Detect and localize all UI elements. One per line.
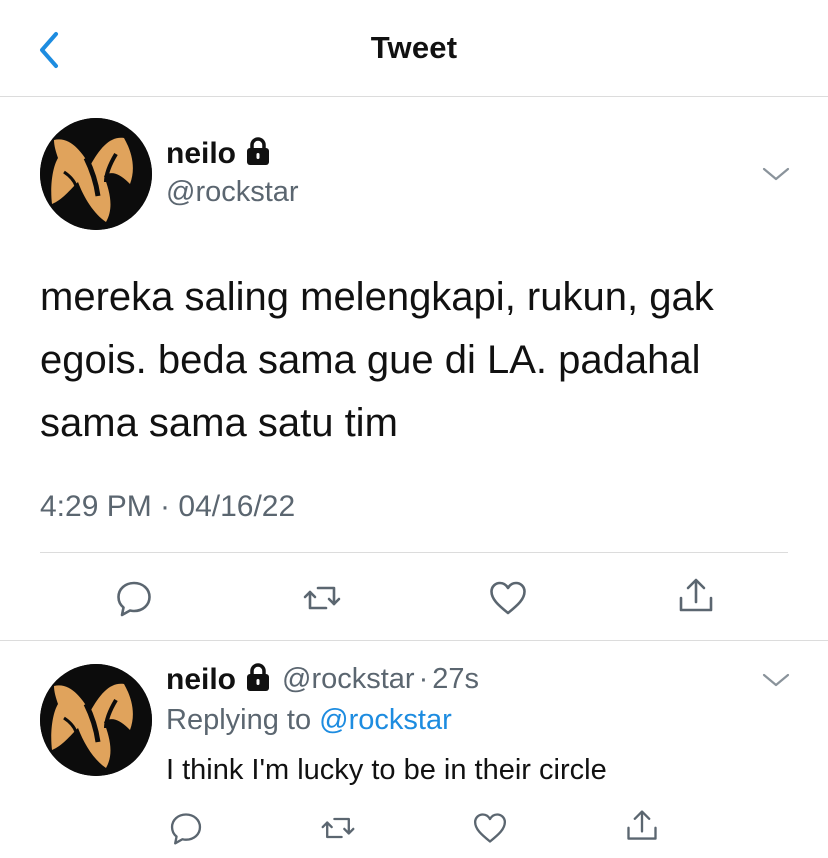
avatar[interactable] [40,118,152,230]
retweet-icon [321,817,355,839]
reply-button[interactable] [114,578,154,618]
replying-to-mention[interactable]: @rockstar [319,704,452,736]
author-row: neilo [166,136,272,171]
heart-icon [490,581,526,615]
author-name[interactable]: neilo [166,137,236,171]
retweet-button[interactable] [302,578,342,618]
reply-more-options-button[interactable] [762,672,790,688]
lock-icon [244,136,272,171]
reply-avatar[interactable] [40,664,152,776]
replying-to-line: Replying to @rockstar [166,704,452,737]
like-button[interactable] [488,578,528,618]
reply-like-button[interactable] [472,810,508,846]
reply-icon [117,581,151,617]
lock-icon [244,662,272,697]
author-handle[interactable]: @rockstar [166,176,299,209]
retweet-icon [303,586,341,610]
tweet-timestamp: 4:29 PM · 04/16/22 [40,490,296,523]
reply-reply-button[interactable] [168,810,204,846]
divider [40,552,788,553]
share-icon [627,810,657,840]
reply-author-handle[interactable]: @rockstar [282,663,415,696]
divider [0,640,828,641]
separator-dot: · [418,663,429,695]
chevron-down-icon [762,673,790,687]
reply-retweet-button[interactable] [320,810,356,846]
page-title: Tweet [370,30,458,65]
replying-to-label: Replying to [166,704,312,736]
reply-time: 27s [432,663,480,695]
chevron-down-icon [762,167,790,181]
more-options-button[interactable] [762,166,790,182]
reply-author-name[interactable]: neilo [166,663,236,697]
heart-icon [473,813,507,843]
reply-text: I think I'm lucky to be in their circle [166,754,607,786]
share-button[interactable] [676,576,716,616]
tweet-text: mereka saling melengkapi, rukun, gak ego… [40,275,714,445]
reply-author-row: neilo @rockstar · 27s [166,662,479,697]
top-bar: Tweet [0,0,828,97]
share-icon [679,578,713,612]
reply-share-button[interactable] [624,808,660,844]
reply-icon [170,813,202,845]
